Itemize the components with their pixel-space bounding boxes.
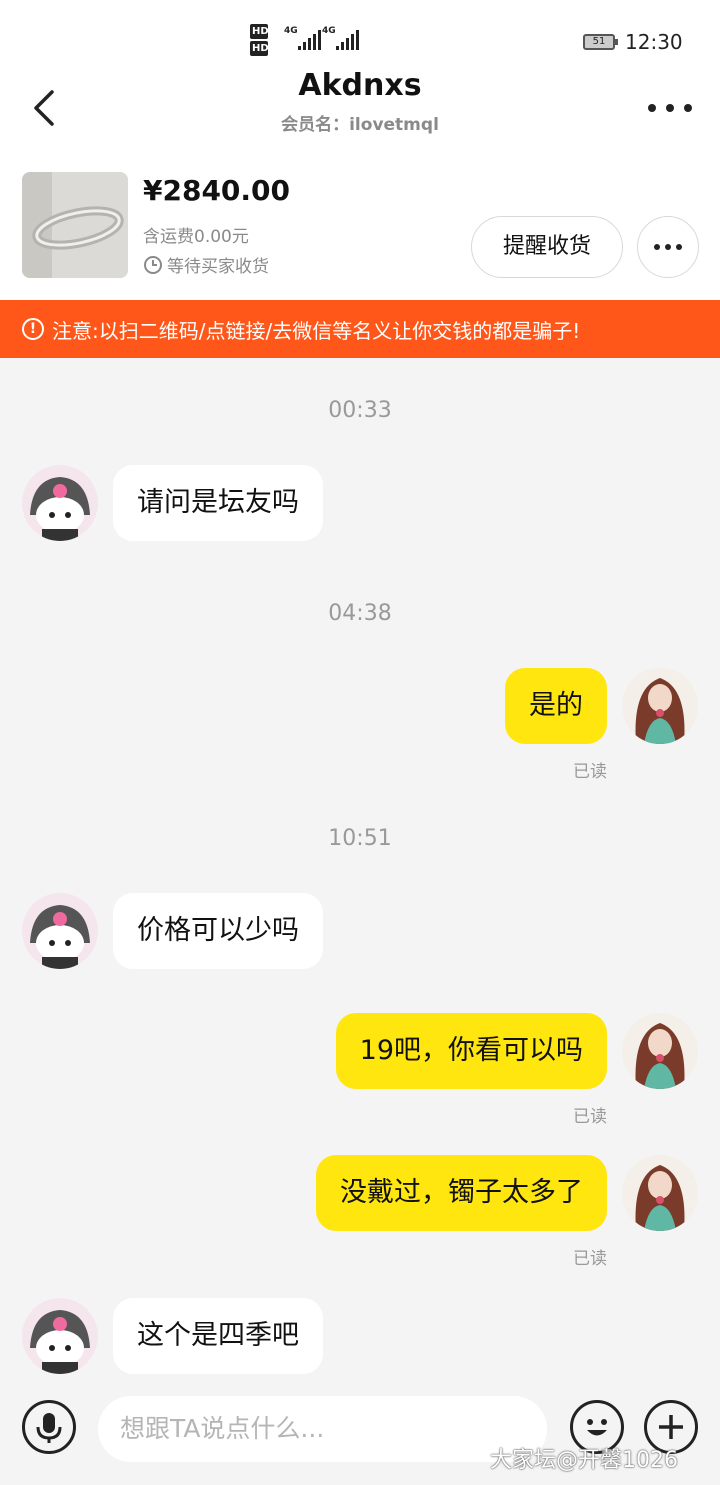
product-thumbnail[interactable] bbox=[22, 172, 128, 278]
contact-avatar[interactable] bbox=[22, 893, 98, 969]
my-avatar[interactable] bbox=[622, 668, 698, 744]
timestamp: 00:33 bbox=[328, 398, 392, 423]
hd-indicator: HD HD bbox=[250, 24, 269, 58]
hd1-badge: HD bbox=[250, 24, 269, 39]
battery-icon: 51 bbox=[583, 34, 618, 50]
contact-name: Akdnxs bbox=[298, 68, 422, 103]
more-options-icon[interactable] bbox=[648, 98, 692, 118]
microphone-icon[interactable] bbox=[22, 1400, 76, 1454]
timestamp: 10:51 bbox=[328, 826, 392, 851]
message-bubble-incoming[interactable]: 这个是四季吧 bbox=[113, 1298, 323, 1374]
product-price: ¥2840.00 bbox=[143, 174, 291, 207]
my-avatar[interactable] bbox=[622, 1155, 698, 1231]
message-bubble-outgoing[interactable]: 没戴过，镯子太多了 bbox=[316, 1155, 607, 1231]
remind-receipt-button[interactable]: 提醒收货 bbox=[471, 216, 623, 278]
shipping-fee: 含运费0.00元 bbox=[143, 227, 249, 247]
ring-image bbox=[22, 172, 128, 278]
order-status: 等待买家收货 bbox=[143, 252, 269, 277]
contact-avatar[interactable] bbox=[22, 465, 98, 541]
clock: 12:30 bbox=[625, 30, 683, 54]
contact-avatar[interactable] bbox=[22, 1298, 98, 1374]
alert-icon: ! bbox=[22, 318, 44, 340]
warning-text: 注意:以扫二维码/点链接/去微信等名义让你交钱的都是骗子! bbox=[52, 318, 581, 343]
product-card[interactable]: ¥2840.00 含运费0.00元 等待买家收货 提醒收货 bbox=[0, 150, 720, 300]
signal-icon-2: 4G bbox=[322, 26, 359, 50]
member-name: 会员名：ilovetmql bbox=[281, 115, 439, 135]
read-receipt: 已读 bbox=[573, 1249, 607, 1269]
network-label-2: 4G bbox=[322, 26, 336, 36]
network-label-1: 4G bbox=[284, 26, 298, 36]
product-more-button[interactable] bbox=[637, 216, 699, 278]
clock-icon bbox=[144, 255, 162, 274]
chat-header: Akdnxs 会员名：ilovetmql bbox=[0, 60, 720, 150]
scam-warning-banner: ! 注意:以扫二维码/点链接/去微信等名义让你交钱的都是骗子! bbox=[0, 300, 720, 358]
read-receipt: 已读 bbox=[573, 762, 607, 782]
message-bubble-outgoing[interactable]: 是的 bbox=[505, 668, 607, 744]
message-bubble-incoming[interactable]: 价格可以少吗 bbox=[113, 893, 323, 969]
timestamp: 04:38 bbox=[328, 601, 392, 626]
message-bubble-outgoing[interactable]: 19吧，你看可以吗 bbox=[335, 1013, 607, 1089]
message-input[interactable]: 想跟TA说点什么... bbox=[98, 1396, 547, 1462]
hd2-badge: HD bbox=[250, 41, 269, 56]
read-receipt: 已读 bbox=[573, 1107, 607, 1127]
my-avatar[interactable] bbox=[622, 1013, 698, 1089]
signal-icon: 4G bbox=[284, 26, 321, 50]
order-status-text: 等待买家收货 bbox=[167, 257, 269, 277]
watermark: 大家坛@开馨1026 bbox=[490, 1448, 678, 1473]
message-bubble-incoming[interactable]: 请问是坛友吗 bbox=[113, 465, 323, 541]
